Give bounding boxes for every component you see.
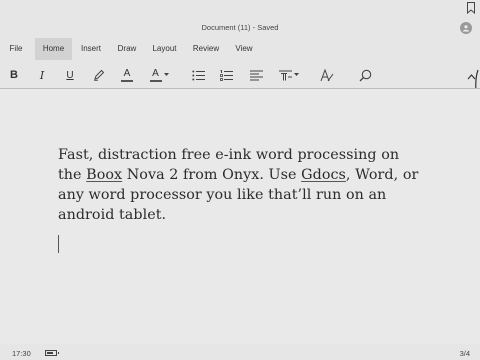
text-color-icon: A xyxy=(149,67,162,82)
battery-fill xyxy=(47,352,53,354)
align-button[interactable] xyxy=(248,66,264,84)
status-bar: 17:30 3/4 xyxy=(0,344,480,360)
clock: 17:30 xyxy=(12,349,31,358)
bulleted-list-button[interactable] xyxy=(190,66,206,84)
clear-formatting-button[interactable] xyxy=(318,66,336,84)
search-button[interactable] xyxy=(356,66,374,84)
font-color-label: A xyxy=(123,67,131,79)
formatting-toolbar: B I U A A xyxy=(0,62,480,88)
paragraph: Fast, distraction free e-ink word proces… xyxy=(58,145,423,225)
document-page[interactable]: Fast, distraction free e-ink word proces… xyxy=(0,89,480,344)
flagged-word: Gdocs xyxy=(301,167,346,183)
bookmark-icon[interactable] xyxy=(467,1,475,15)
bullet-list-icon xyxy=(191,70,205,81)
italic-label: I xyxy=(39,68,45,82)
chevron-down-icon xyxy=(163,73,169,77)
align-left-icon xyxy=(249,70,263,81)
ribbon-tabs: File Home Insert Draw Layout Review View xyxy=(0,38,480,60)
tab-review[interactable]: Review xyxy=(188,38,224,60)
text-color-dropdown[interactable]: A xyxy=(146,66,172,84)
italic-button[interactable]: I xyxy=(34,66,50,84)
clear-formatting-icon xyxy=(320,68,334,82)
tab-view[interactable]: View xyxy=(230,38,258,60)
tab-draw[interactable]: Draw xyxy=(113,38,141,60)
tab-insert[interactable]: Insert xyxy=(76,38,106,60)
text-run: Nova 2 from Onyx. Use xyxy=(122,167,302,183)
title-bar: Document (11) - Saved xyxy=(0,0,480,38)
underline-button[interactable]: U xyxy=(62,66,78,84)
chevron-down-icon xyxy=(294,73,299,77)
paragraph-styles-icon xyxy=(279,70,292,81)
flagged-word: Boox xyxy=(86,167,123,183)
bold-label: B xyxy=(10,69,18,81)
document-title: Document (11) - Saved xyxy=(201,23,279,32)
search-icon xyxy=(359,69,372,82)
highlighter-button[interactable] xyxy=(90,66,108,84)
text-cursor xyxy=(58,235,59,253)
tab-home[interactable]: Home xyxy=(35,38,72,60)
text-color-label: A xyxy=(152,67,159,79)
tab-layout[interactable]: Layout xyxy=(147,38,182,60)
highlighter-icon xyxy=(93,69,105,81)
document-body[interactable]: Fast, distraction free e-ink word proces… xyxy=(58,145,423,225)
font-color-button[interactable]: A xyxy=(118,66,136,84)
page-count: 3/4 xyxy=(459,349,470,358)
bold-button[interactable]: B xyxy=(6,66,22,84)
text-color-bar xyxy=(149,79,162,82)
battery-icon xyxy=(45,350,59,356)
account-icon[interactable] xyxy=(460,22,472,34)
tab-file[interactable]: File xyxy=(4,38,28,60)
font-color-bar xyxy=(121,79,133,82)
underline-label: U xyxy=(66,69,74,81)
paragraph-styles-dropdown[interactable] xyxy=(276,66,302,84)
numbered-list-icon xyxy=(219,69,233,81)
numbered-list-button[interactable] xyxy=(218,66,234,84)
